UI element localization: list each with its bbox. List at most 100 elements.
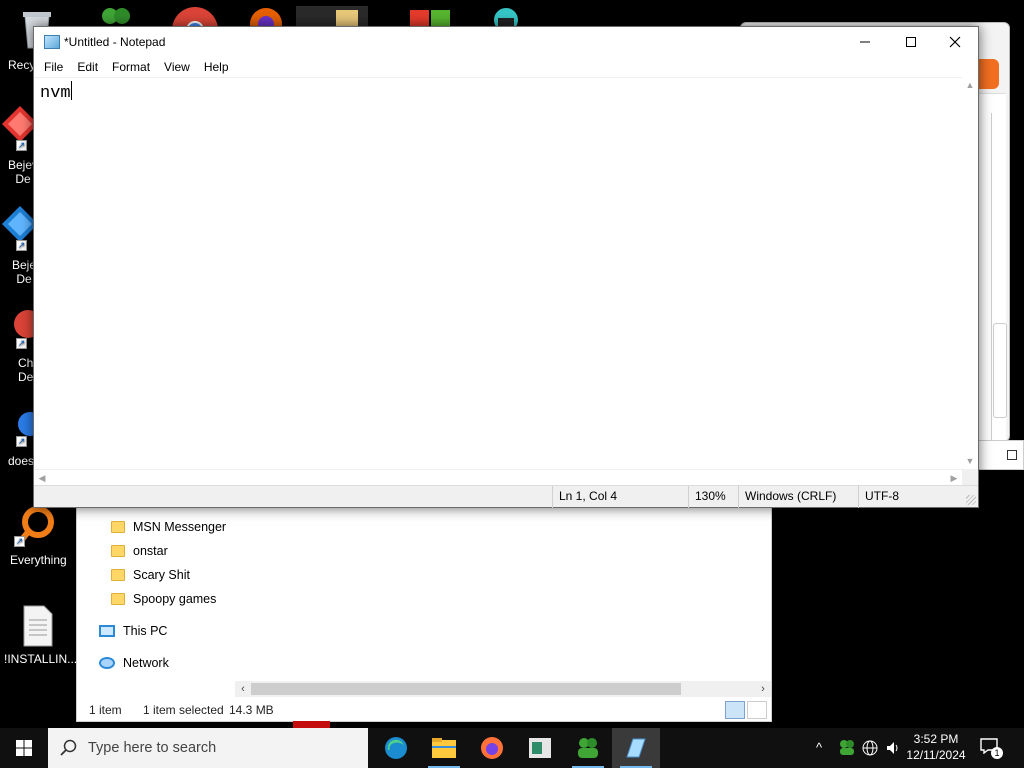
nav-item-spoopy-games[interactable]: Spoopy games — [111, 589, 216, 609]
shortcut-arrow-icon: ↗ — [14, 536, 25, 547]
notification-button[interactable]: 1 — [980, 738, 1003, 759]
nav-item-label: Spoopy games — [133, 592, 217, 606]
desktop-icon-everything[interactable]: ↗ Everything — [2, 504, 74, 567]
scrollbar-thumb[interactable] — [251, 683, 681, 695]
red-window-edge — [293, 721, 330, 728]
minimize-button[interactable] — [842, 27, 888, 57]
shortcut-arrow-icon: ↗ — [16, 436, 27, 447]
document-icon — [23, 605, 53, 647]
system-tray: ^ 3:52 PM 12/11/2024 1 — [800, 728, 1024, 768]
text-editor-area[interactable]: nvm — [34, 77, 962, 469]
selected-size: 14.3 MB — [229, 703, 274, 717]
nav-item-onstar[interactable]: onstar — [111, 541, 168, 561]
resize-grip-icon[interactable] — [966, 495, 976, 505]
horizontal-scrollbar[interactable]: ◀ ▶ — [34, 469, 962, 485]
search-box[interactable]: Type here to search — [48, 728, 368, 768]
close-button[interactable] — [932, 27, 978, 57]
file-explorer-icon — [432, 738, 456, 758]
menu-view[interactable]: View — [157, 57, 197, 77]
nav-item-this-pc[interactable]: This PC — [99, 621, 167, 641]
horizontal-scrollbar[interactable]: ‹ › — [235, 681, 771, 697]
background-app-panel — [993, 323, 1007, 418]
taskbar-msn-messenger[interactable] — [564, 728, 612, 768]
menu-help[interactable]: Help — [197, 57, 236, 77]
nav-item-msn-messenger[interactable]: MSN Messenger — [111, 517, 226, 537]
desktop-icon-label: Ch De — [18, 356, 34, 384]
notepad-icon — [626, 738, 646, 758]
window-title: *Untitled - Notepad — [64, 35, 166, 49]
close-icon — [949, 36, 961, 48]
this-pc-icon — [99, 625, 115, 637]
desktop-icon-label: Recy — [8, 58, 36, 72]
scroll-left-icon[interactable]: ◀ — [34, 470, 50, 486]
nav-item-label: onstar — [133, 544, 168, 558]
item-count: 1 item — [89, 703, 122, 717]
nav-item-label: MSN Messenger — [133, 520, 227, 534]
large-icons-view-button[interactable] — [747, 701, 767, 719]
desktop-icon-label: does — [8, 454, 35, 468]
menu-bar: File Edit Format View Help — [34, 57, 978, 77]
taskbar-app[interactable] — [516, 728, 564, 768]
edge-icon — [385, 737, 407, 759]
msn-messenger-icon — [578, 738, 598, 758]
folder-icon — [111, 545, 125, 557]
menu-edit[interactable]: Edit — [70, 57, 105, 77]
maximize-icon — [906, 37, 916, 47]
editor-text: nvm — [40, 84, 71, 103]
taskbar-firefox[interactable] — [468, 728, 516, 768]
folder-icon — [111, 569, 125, 581]
scroll-up-icon[interactable]: ▲ — [962, 77, 978, 93]
folder-icon — [111, 593, 125, 605]
notepad-icon — [44, 35, 60, 49]
scroll-down-icon[interactable]: ▼ — [962, 453, 978, 469]
app-icon — [529, 738, 551, 758]
network-icon — [99, 657, 115, 669]
firefox-icon — [481, 737, 503, 759]
maximize-icon[interactable] — [1007, 450, 1017, 460]
shortcut-arrow-icon: ↗ — [16, 338, 27, 349]
notepad-window[interactable]: *Untitled - Notepad File Edit Format Vie… — [33, 26, 979, 508]
text-caret — [70, 81, 72, 100]
background-dialog[interactable] — [976, 440, 1024, 470]
vertical-scrollbar[interactable]: ▲ ▼ — [962, 77, 978, 469]
selected-count: 1 item selected — [143, 703, 224, 717]
nav-item-label: Network — [123, 656, 169, 670]
scroll-right-icon[interactable]: ▶ — [946, 470, 962, 486]
msn-tray-icon[interactable] — [838, 739, 856, 755]
cursor-position: Ln 1, Col 4 — [552, 486, 686, 508]
menu-format[interactable]: Format — [105, 57, 157, 77]
nav-item-network[interactable]: Network — [99, 653, 169, 673]
volume-icon[interactable] — [886, 740, 902, 756]
details-view-button[interactable] — [725, 701, 745, 719]
minimize-icon — [860, 41, 870, 43]
nav-item-scary-shit[interactable]: Scary Shit — [111, 565, 190, 585]
file-explorer-window[interactable]: MSN Messenger onstar Scary Shit Spoopy g… — [76, 490, 772, 728]
notepad-titlebar[interactable]: *Untitled - Notepad — [34, 27, 978, 57]
search-placeholder: Type here to search — [88, 740, 217, 756]
desktop: Recy ↗ Bejev De ↗ Beje De ↗ Ch De ↗ does — [0, 0, 1024, 728]
maximize-button[interactable] — [888, 27, 934, 57]
globe-icon[interactable] — [862, 740, 878, 756]
chevron-up-icon[interactable]: ^ — [816, 740, 822, 755]
explorer-status-bar: 1 item 1 item selected 14.3 MB — [77, 699, 771, 721]
clock-date: 12/11/2024 — [906, 748, 966, 762]
search-icon — [60, 739, 77, 756]
taskbar-file-explorer[interactable] — [420, 728, 468, 768]
taskbar-notepad[interactable] — [612, 728, 660, 768]
taskbar-edge[interactable] — [372, 728, 420, 768]
scrollbar-corner — [962, 469, 978, 485]
menu-file[interactable]: File — [37, 57, 70, 77]
notification-count: 1 — [991, 747, 1003, 759]
system-clock[interactable]: 3:52 PM 12/11/2024 — [904, 731, 968, 763]
clock-time: 3:52 PM — [913, 732, 959, 746]
nav-item-label: This PC — [123, 624, 168, 638]
start-button[interactable] — [0, 728, 48, 768]
scroll-right-icon[interactable]: › — [755, 681, 771, 697]
shortcut-arrow-icon: ↗ — [16, 240, 27, 251]
desktop-icon-label: !INSTALLIN... — [4, 652, 78, 666]
desktop-icon-installer[interactable]: !INSTALLIN... — [0, 604, 77, 666]
scroll-left-icon[interactable]: ‹ — [235, 681, 251, 697]
app-icon[interactable] — [336, 10, 358, 26]
windows-logo-icon — [16, 740, 32, 756]
shortcut-arrow-icon: ↗ — [16, 140, 27, 151]
